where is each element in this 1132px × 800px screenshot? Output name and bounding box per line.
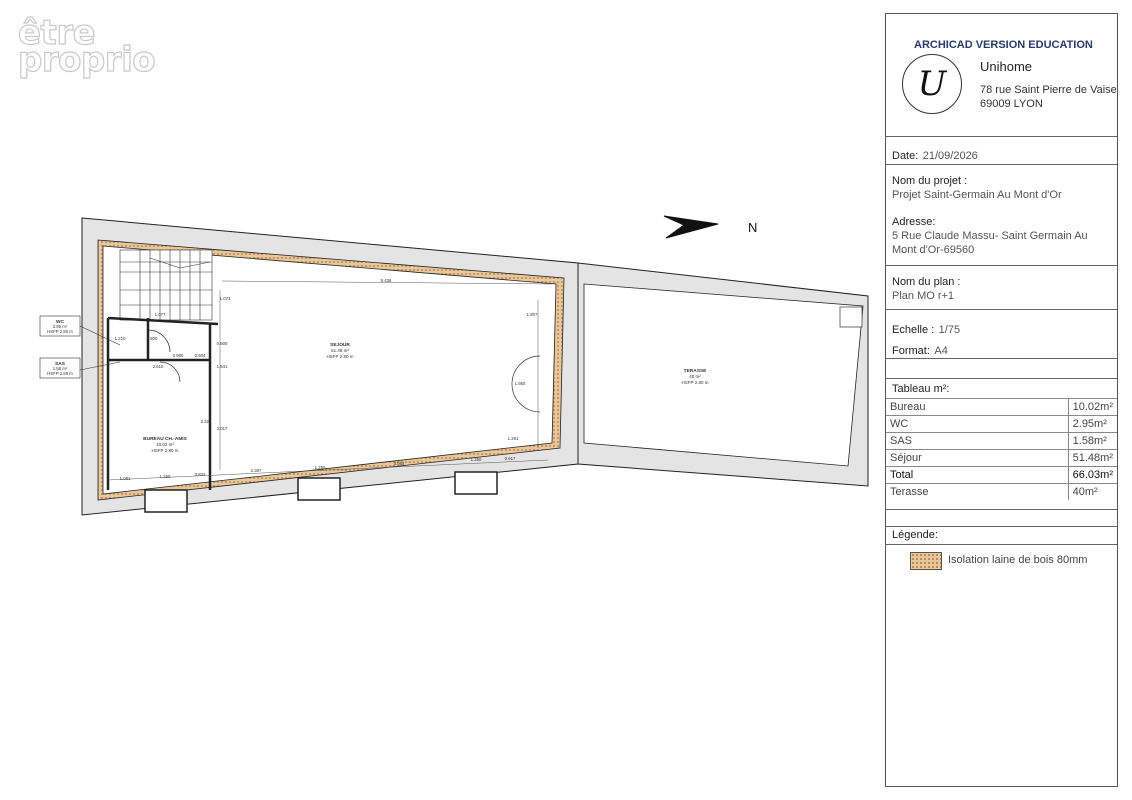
north-label: N	[748, 220, 757, 235]
dim-bottom-0617: 0.617	[505, 456, 516, 461]
area-row-value: 51.48m²	[1067, 449, 1117, 467]
dim-bottom-1250b: 1.250	[315, 465, 326, 470]
dim-right-1291: 1.291	[508, 436, 519, 441]
staircase	[119, 249, 213, 321]
dim-sas-2610: 2.610	[153, 364, 164, 369]
dim-stair-1073: 1.073	[220, 296, 231, 301]
divider	[886, 526, 1117, 527]
room-bureau-area: 10.02 m²	[156, 442, 174, 447]
dim-bottom-1250c: 1.250	[471, 457, 482, 462]
area-row-sas: SAS 1.58m²	[886, 432, 1117, 450]
dim-right-1807: 1.807	[527, 312, 538, 317]
dim-bottom-left: 1.081	[120, 476, 131, 481]
area-row-value: 66.03m²	[1067, 466, 1117, 484]
area-row-wc: WC 2.95m²	[886, 415, 1117, 433]
unihome-logo: U	[902, 54, 962, 114]
adresse-value-line1: 5 Rue Claude Massu- Saint Germain Au	[892, 230, 1088, 242]
area-row-sejour: Séjour 51.48m²	[886, 449, 1117, 467]
area-row-value: 10.02m²	[1067, 398, 1117, 416]
echelle-label: Echelle :	[892, 324, 935, 336]
area-row-name: Séjour	[886, 449, 1069, 467]
format-value: A4	[934, 345, 948, 357]
terrace-vent	[839, 306, 863, 328]
dim-mid-1541: 1.541	[217, 364, 228, 369]
company-address-line2: 69009 LYON	[980, 98, 1043, 110]
room-bureau-hsfp: HSFP 2.80 m	[152, 448, 179, 453]
scale-format-section: Echelle : 1/75 Format: A4	[886, 310, 1117, 359]
area-row-name: Terasse	[886, 483, 1069, 500]
header-section: ARCHICAD VERSION EDUCATION U Unihome 78 …	[886, 14, 1117, 137]
area-row-value: 40m²	[1067, 483, 1117, 500]
project-section: Nom du projet : Projet Saint-Germain Au …	[886, 165, 1117, 266]
adresse-value-line2: Mont d'Or-69560	[892, 244, 975, 256]
room-sejour-hsfp: HSFP 2.80 m	[327, 354, 354, 359]
legend-divider	[886, 544, 1117, 545]
dim-bottom-1250a: 1.250	[160, 474, 171, 479]
area-table-title: Tableau m²:	[892, 383, 950, 395]
edition-label: ARCHICAD VERSION EDUCATION	[914, 39, 1093, 51]
north-arrow	[663, 215, 719, 239]
area-table-section: Tableau m²: Bureau 10.02m² WC 2.95m² SAS 1.…	[886, 379, 1117, 510]
date-value: 21/09/2026	[922, 150, 978, 162]
room-terasse-hsfp: HSFP 2.80 m	[682, 380, 709, 385]
area-table: Bureau 10.02m² WC 2.95m² SAS 1.58m² Séjour 5…	[886, 398, 1117, 500]
dim-bottom-0832: 0.832	[195, 472, 206, 477]
title-block: ARCHICAD VERSION EDUCATION U Unihome 78 …	[885, 13, 1118, 787]
dim-top: 9.436	[381, 278, 392, 283]
dim-mid-0800: 0.800	[217, 341, 228, 346]
dim-wc-0504: 0.504	[195, 353, 206, 358]
echelle-value: 1/75	[938, 324, 961, 336]
area-row-value: 1.58m²	[1067, 432, 1117, 450]
dim-right-1950: 1.950	[515, 381, 526, 386]
format-label: Format:	[892, 345, 930, 357]
legend-title: Légende:	[892, 529, 938, 541]
area-row-bureau: Bureau 10.02m²	[886, 398, 1117, 416]
room-sejour-area: 51.48 m²	[331, 348, 349, 353]
terrace-floor	[583, 283, 864, 467]
dim-wc-1210: 1.210	[115, 336, 126, 341]
area-row-name: Total	[886, 466, 1069, 484]
company-name: Unihome	[980, 59, 1033, 74]
area-row-name: WC	[886, 415, 1069, 433]
room-wc-hsfp: HSFP 2.80 m	[47, 329, 73, 334]
room-terasse-area: 40 m²	[689, 374, 701, 379]
dim-mid-3322: 3.322	[201, 419, 212, 424]
date-section: Date: 21/09/2026	[886, 137, 1117, 165]
company-address-line1: 78 rue Saint Pierre de Vaise	[980, 84, 1117, 96]
area-row-value: 2.95m²	[1067, 415, 1117, 433]
room-sas-hsfp: HSFP 2.80 m	[47, 371, 73, 376]
adresse-label: Adresse:	[892, 216, 936, 228]
floor-plan: N SEJOUR 51.48 m² HSFP 2.80 m TERASSE 40…	[39, 215, 869, 516]
plan-name-label: Nom du plan :	[892, 276, 961, 288]
date-label: Date:	[892, 150, 919, 162]
dim-wc-0900: 0.900	[173, 353, 184, 358]
project-value: Projet Saint-Germain Au Mont d'Or	[892, 189, 1062, 201]
area-row-name: SAS	[886, 432, 1069, 450]
dim-bottom-3064: 3.064	[394, 461, 405, 466]
dim-mid-3017: 3.017	[217, 426, 228, 431]
area-row-total: Total 66.03m²	[886, 466, 1117, 484]
dim-wc-0800: 0.800	[147, 336, 158, 341]
insulation-swatch-icon	[910, 552, 942, 570]
project-label: Nom du projet :	[892, 175, 968, 187]
plan-name-value: Plan MO r+1	[892, 290, 955, 302]
area-row-name: Bureau	[886, 398, 1069, 416]
area-row-terasse: Terasse 40m²	[886, 483, 1117, 500]
spacer-section	[886, 359, 1117, 379]
legend-item-label: Isolation laine de bois 80mm	[948, 554, 1088, 566]
plan-name-section: Nom du plan : Plan MO r+1	[886, 266, 1117, 310]
dim-stair-1077: 1.077	[155, 312, 166, 317]
dim-bottom-2387: 2.387	[251, 468, 262, 473]
